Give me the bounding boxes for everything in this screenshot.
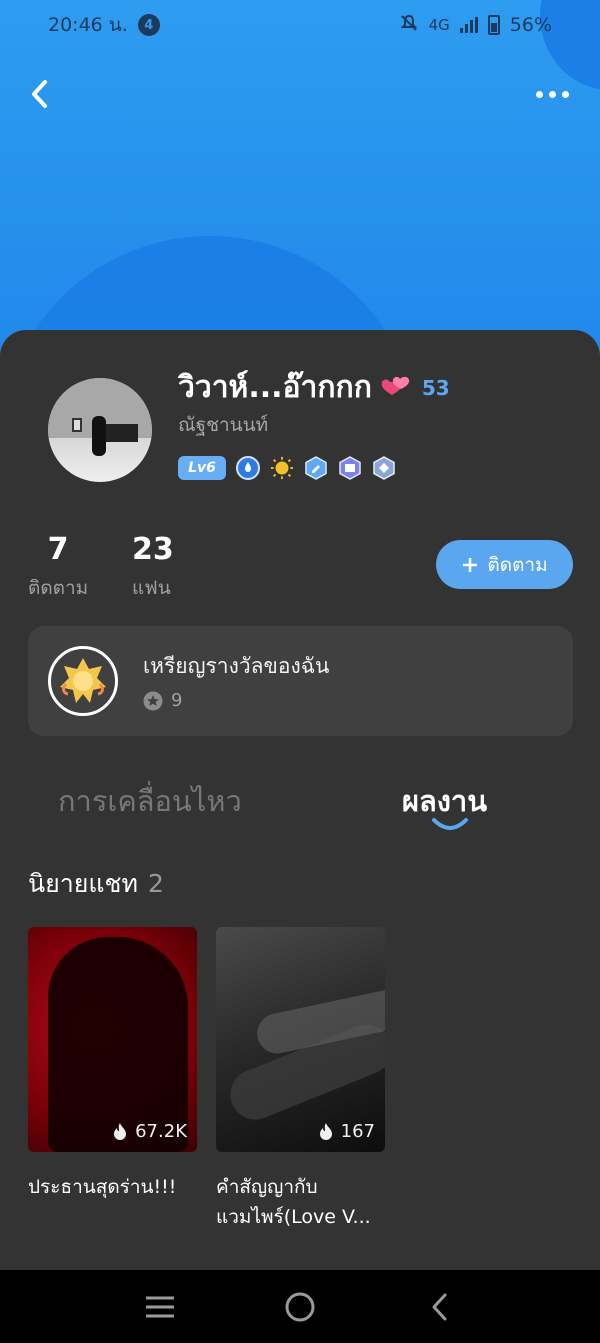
level-badge[interactable]: Lv6 — [178, 456, 226, 480]
display-name: วิวาห์...อ๊ากกก — [178, 370, 372, 405]
gem-badge-icon[interactable] — [372, 456, 396, 480]
avatar[interactable] — [48, 378, 152, 482]
medals-title: เหรียญรางวัลของฉัน — [143, 654, 330, 678]
more-dot-icon — [548, 90, 556, 98]
fire-icon — [319, 1122, 332, 1140]
story-cover-image — [48, 937, 188, 1152]
username: ณัฐชานนท์ — [178, 414, 269, 436]
hearts-icon — [380, 374, 414, 402]
medals-count-row: 9 — [143, 690, 182, 711]
story-card[interactable]: 67.2K — [28, 927, 197, 1152]
status-time: 20:46 น. — [48, 14, 128, 36]
follow-button-label: ติดตาม — [487, 553, 548, 576]
chevron-left-icon — [432, 1293, 447, 1320]
signal-icon — [459, 17, 478, 33]
following-stat[interactable]: 7 ติดตาม — [28, 532, 88, 603]
medals-card[interactable]: เหรียญรางวัลของฉัน 9 — [28, 626, 573, 736]
home-button[interactable] — [276, 1283, 324, 1331]
fans-label: แฟน — [132, 577, 171, 599]
chat-novels-section-title: นิยายแชท 2 — [28, 864, 164, 904]
tab-activity[interactable]: การเคลื่อนไหว — [58, 778, 242, 824]
more-dot-icon — [535, 90, 543, 98]
pen-badge-icon[interactable] — [304, 456, 328, 480]
story-card[interactable]: 167 — [216, 927, 385, 1152]
medal-icon — [48, 646, 118, 716]
story-title[interactable]: คำสัญญากับ แวมไพร์(Love V... — [216, 1172, 391, 1232]
network-type: 4G — [428, 16, 450, 34]
mute-icon — [399, 13, 419, 38]
tab-active-indicator — [432, 818, 468, 830]
story-views: 167 — [317, 1121, 375, 1142]
back-button[interactable] — [22, 76, 58, 112]
story-views: 67.2K — [111, 1121, 187, 1142]
battery-level: 56% — [509, 14, 552, 36]
section-count: 2 — [148, 869, 164, 898]
sun-badge-icon[interactable] — [270, 456, 294, 480]
story-view-count: 67.2K — [135, 1121, 187, 1142]
star-icon — [143, 691, 163, 710]
notification-count-badge: 4 — [137, 14, 160, 36]
plus-icon — [463, 557, 478, 572]
drop-badge-icon[interactable] — [236, 456, 260, 480]
recent-apps-button[interactable] — [136, 1283, 184, 1331]
story-view-count: 167 — [340, 1121, 375, 1142]
book-badge-icon[interactable] — [338, 456, 362, 480]
badge-row: Lv6 — [178, 456, 396, 480]
fire-icon — [114, 1122, 127, 1140]
follow-button[interactable]: ติดตาม — [436, 540, 573, 589]
home-circle-icon — [285, 1292, 315, 1321]
following-label: ติดตาม — [28, 577, 89, 599]
battery-icon — [487, 15, 500, 35]
fans-count: 23 — [132, 532, 174, 567]
system-navigation-bar — [0, 1270, 600, 1343]
profile-name-row: วิวาห์...อ๊ากกก 53 — [178, 364, 450, 411]
status-bar: 20:46 น. 4 4G 56% — [0, 0, 600, 50]
medals-count: 9 — [171, 690, 183, 711]
story-title[interactable]: ประธานสุดร่าน!!! — [28, 1172, 203, 1202]
menu-lines-icon — [146, 1296, 174, 1317]
heart-count: 53 — [421, 375, 450, 400]
more-dot-icon — [561, 90, 569, 98]
chevron-left-icon — [32, 80, 47, 108]
system-back-button[interactable] — [416, 1283, 464, 1331]
more-options-button[interactable] — [528, 80, 576, 108]
following-count: 7 — [47, 532, 69, 567]
fans-stat[interactable]: 23 แฟน — [132, 532, 174, 603]
section-title: นิยายแชท — [28, 869, 138, 898]
